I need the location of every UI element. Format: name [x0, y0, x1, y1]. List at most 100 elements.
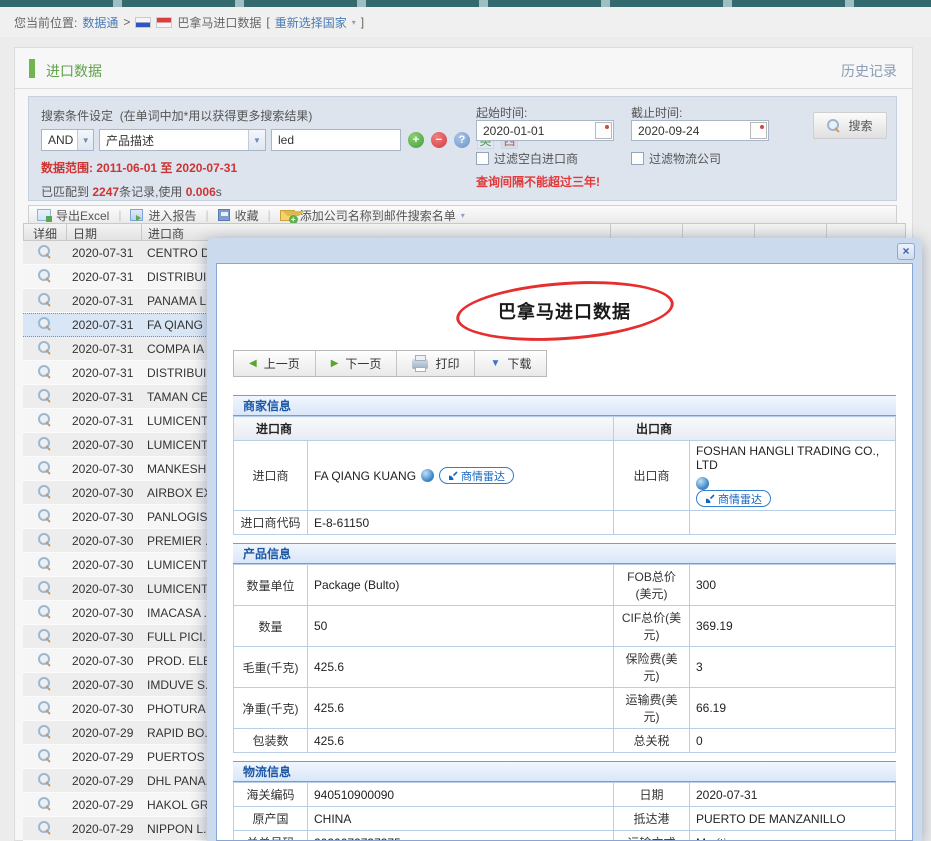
- row-detail-cell[interactable]: [23, 269, 66, 285]
- breadcrumb-home-link[interactable]: 数据通: [82, 14, 118, 31]
- magnifier-icon[interactable]: [38, 485, 51, 498]
- start-date-input[interactable]: [476, 120, 614, 141]
- magnifier-icon[interactable]: [38, 413, 51, 426]
- add-condition-button[interactable]: +: [408, 132, 424, 148]
- search-button[interactable]: 搜索: [813, 112, 887, 139]
- row-detail-cell[interactable]: [23, 389, 66, 405]
- enter-report-button[interactable]: 进入报告: [130, 207, 196, 224]
- row-detail-cell[interactable]: [23, 821, 66, 837]
- magnifier-icon[interactable]: [38, 677, 51, 690]
- download-button[interactable]: ▼ 下载: [475, 351, 546, 376]
- globe-icon[interactable]: [696, 477, 709, 490]
- row-detail-cell[interactable]: [23, 797, 66, 813]
- checkbox[interactable]: [476, 152, 489, 165]
- row-detail-cell[interactable]: [23, 365, 66, 381]
- reselect-country-link[interactable]: 重新选择国家: [275, 14, 347, 31]
- row-detail-cell[interactable]: [23, 653, 66, 669]
- favorite-button[interactable]: 收藏: [218, 207, 259, 224]
- field-label: 出口商: [614, 441, 690, 511]
- magnifier-icon[interactable]: [38, 437, 51, 450]
- row-detail-cell[interactable]: [23, 605, 66, 621]
- magnifier-icon[interactable]: [38, 701, 51, 714]
- history-link[interactable]: 历史记录: [841, 61, 897, 81]
- field-label: 运输方式: [614, 831, 690, 841]
- magnifier-icon[interactable]: [38, 317, 51, 330]
- row-detail-cell[interactable]: [23, 317, 66, 333]
- start-date-group: [476, 120, 614, 141]
- row-detail-cell[interactable]: [23, 509, 66, 525]
- row-detail-cell[interactable]: [23, 533, 66, 549]
- row-detail-cell[interactable]: [23, 461, 66, 477]
- row-detail-cell[interactable]: [23, 773, 66, 789]
- magnifier-icon[interactable]: [38, 797, 51, 810]
- globe-icon[interactable]: [421, 469, 434, 482]
- magnifier-icon[interactable]: [38, 557, 51, 570]
- row-date: 2020-07-31: [66, 246, 141, 260]
- magnifier-icon[interactable]: [38, 605, 51, 618]
- field-value: 2020-07-31: [690, 783, 896, 807]
- row-detail-cell[interactable]: [23, 557, 66, 573]
- checkbox-label: 过滤物流公司: [649, 150, 721, 167]
- row-detail-cell[interactable]: [23, 749, 66, 765]
- magnifier-icon[interactable]: [38, 293, 51, 306]
- help-button[interactable]: ?: [454, 132, 470, 148]
- row-detail-cell[interactable]: [23, 677, 66, 693]
- row-detail-cell[interactable]: [23, 581, 66, 597]
- remove-condition-button[interactable]: −: [431, 132, 447, 148]
- row-detail-cell[interactable]: [23, 701, 66, 717]
- row-detail-cell[interactable]: [23, 437, 66, 453]
- calendar-icon[interactable]: [595, 122, 612, 139]
- data-range-value: 2011-06-01 至 2020-07-31: [96, 161, 237, 175]
- operator-select[interactable]: AND ▼: [41, 129, 94, 151]
- magnifier-icon[interactable]: [38, 269, 51, 282]
- close-icon[interactable]: ×: [897, 243, 915, 260]
- magnifier-icon[interactable]: [38, 389, 51, 402]
- field-select[interactable]: 产品描述 ▼: [99, 129, 266, 151]
- magnifier-icon[interactable]: [38, 749, 51, 762]
- add-email-list-button[interactable]: 添加公司名称到邮件搜索名单 ▾: [280, 207, 465, 224]
- filter-blank-importer[interactable]: 过滤空白进口商: [476, 150, 578, 167]
- magnifier-icon[interactable]: [38, 365, 51, 378]
- magnifier-icon[interactable]: [38, 773, 51, 786]
- row-date: 2020-07-30: [66, 558, 141, 572]
- filter-logistics[interactable]: 过滤物流公司: [631, 150, 721, 167]
- field-label: [614, 511, 690, 535]
- next-page-button[interactable]: ▶ 下一页: [316, 351, 398, 376]
- toolbar-separator: |: [206, 208, 209, 222]
- radar-badge[interactable]: 商情雷达: [696, 490, 771, 507]
- col-header-detail[interactable]: 详细: [24, 224, 67, 240]
- magnifier-icon[interactable]: [38, 581, 51, 594]
- magnifier-icon[interactable]: [38, 629, 51, 642]
- detail-modal: × 巴拿马进口数据 ◀ 上一页 ▶ 下一页 打印: [207, 238, 922, 841]
- row-detail-cell[interactable]: [23, 629, 66, 645]
- magnifier-icon[interactable]: [38, 509, 51, 522]
- end-date-input[interactable]: [631, 120, 769, 141]
- row-detail-cell[interactable]: [23, 341, 66, 357]
- calendar-icon[interactable]: [750, 122, 767, 139]
- checkbox[interactable]: [631, 152, 644, 165]
- prev-page-button[interactable]: ◀ 上一页: [234, 351, 316, 376]
- row-detail-cell[interactable]: [23, 485, 66, 501]
- magnifier-icon[interactable]: [38, 533, 51, 546]
- export-excel-button[interactable]: 导出Excel: [37, 207, 109, 224]
- magnifier-icon[interactable]: [38, 653, 51, 666]
- magnifier-icon[interactable]: [38, 341, 51, 354]
- chevron-down-icon: ▾: [352, 18, 356, 27]
- row-detail-cell[interactable]: [23, 293, 66, 309]
- col-header-date[interactable]: 日期: [67, 224, 142, 240]
- product-row: 数量单位 Package (Bulto) FOB总价(美元) 300: [234, 565, 896, 606]
- magnifier-icon[interactable]: [38, 821, 51, 834]
- magnifier-icon[interactable]: [38, 245, 51, 258]
- magnifier-icon[interactable]: [38, 725, 51, 738]
- field-label: 抵达港: [614, 807, 690, 831]
- row-detail-cell[interactable]: [23, 413, 66, 429]
- radar-badge[interactable]: 商情雷达: [439, 467, 514, 484]
- merchant-table: 进口商 出口商 进口商 FA QIANG KUANG 商情雷达: [233, 416, 896, 535]
- keyword-input[interactable]: [271, 129, 401, 151]
- row-date: 2020-07-31: [66, 270, 141, 284]
- row-detail-cell[interactable]: [23, 725, 66, 741]
- magnifier-icon[interactable]: [38, 461, 51, 474]
- print-button[interactable]: 打印: [397, 351, 475, 376]
- row-detail-cell[interactable]: [23, 245, 66, 261]
- row-date: 2020-07-29: [66, 798, 141, 812]
